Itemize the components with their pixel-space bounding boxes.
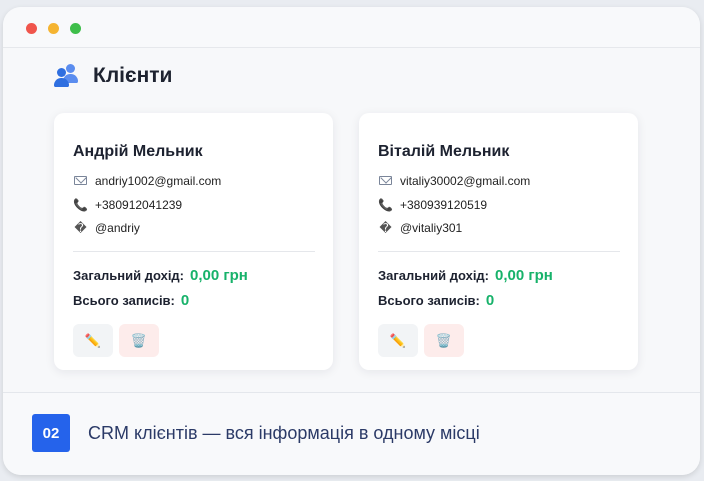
close-window-button[interactable]	[26, 23, 37, 34]
records-value: 0	[485, 292, 495, 309]
records-stat: Всього записів: 0	[73, 292, 189, 309]
mail-icon	[73, 174, 88, 188]
divider	[73, 251, 315, 252]
edit-button[interactable]: ✏️	[378, 324, 418, 357]
income-stat: Загальний дохід: 0,00 грн	[73, 267, 248, 284]
unknown-glyph-icon: �	[379, 221, 392, 235]
delete-button[interactable]: 🗑️	[424, 324, 464, 357]
unknown-glyph-icon: �	[74, 221, 87, 235]
client-handle: @andriy	[95, 221, 140, 235]
income-stat: Загальний дохід: 0,00 грн	[378, 267, 553, 284]
feature-caption: CRM клієнтів — вся інформація в одному м…	[88, 423, 480, 443]
income-label: Загальний дохід:	[378, 268, 490, 283]
edit-button[interactable]: ✏️	[73, 324, 113, 357]
client-phone-row: 📞 +380939120519	[378, 198, 487, 212]
delete-button[interactable]: 🗑️	[119, 324, 159, 357]
client-name: Андрій Мельник	[73, 143, 203, 160]
trash-icon: 🗑️	[435, 332, 453, 348]
records-label: Всього записів:	[378, 293, 480, 308]
users-icon	[53, 63, 85, 89]
client-phone-row: 📞 +380912041239	[73, 198, 182, 212]
records-stat: Всього записів: 0	[378, 292, 494, 309]
mail-icon	[378, 174, 393, 188]
page-header: Клієнти	[53, 61, 172, 91]
client-handle: @vitaliy301	[400, 221, 463, 235]
trash-icon: 🗑️	[130, 332, 148, 348]
title-bar	[3, 7, 700, 48]
page-title: Клієнти	[93, 64, 173, 87]
client-email: andriy1002@gmail.com	[95, 174, 222, 188]
pencil-icon: ✏️	[84, 332, 102, 348]
client-handle-row: � @andriy	[73, 221, 140, 235]
client-phone: +380912041239	[95, 198, 183, 212]
records-value: 0	[180, 292, 190, 309]
divider	[378, 251, 620, 252]
client-phone: +380939120519	[400, 198, 488, 212]
minimize-window-button[interactable]	[48, 23, 59, 34]
records-label: Всього записів:	[73, 293, 175, 308]
client-email: vitaliy30002@gmail.com	[400, 174, 531, 188]
client-card: Андрій Мельник andriy1002@gmail.com 📞 +3…	[54, 113, 333, 370]
client-name: Віталій Мельник	[378, 143, 510, 160]
phone-icon: 📞	[378, 198, 393, 212]
phone-icon: 📞	[73, 198, 88, 212]
income-value: 0,00 грн	[495, 267, 553, 284]
app-window: Клієнти Андрій Мельник andriy1002@gmail.…	[3, 7, 700, 475]
client-handle-row: � @vitaliy301	[378, 221, 462, 235]
client-email-row: andriy1002@gmail.com	[73, 174, 221, 188]
step-badge: 02	[32, 414, 70, 452]
client-card: Віталій Мельник vitaliy30002@gmail.com 📞…	[359, 113, 638, 370]
income-value: 0,00 грн	[190, 267, 248, 284]
income-label: Загальний дохід:	[73, 268, 185, 283]
pencil-icon: ✏️	[389, 332, 407, 348]
client-email-row: vitaliy30002@gmail.com	[378, 174, 530, 188]
feature-caption-bar: 02 CRM клієнтів — вся інформація в одном…	[3, 392, 700, 475]
maximize-window-button[interactable]	[70, 23, 81, 34]
